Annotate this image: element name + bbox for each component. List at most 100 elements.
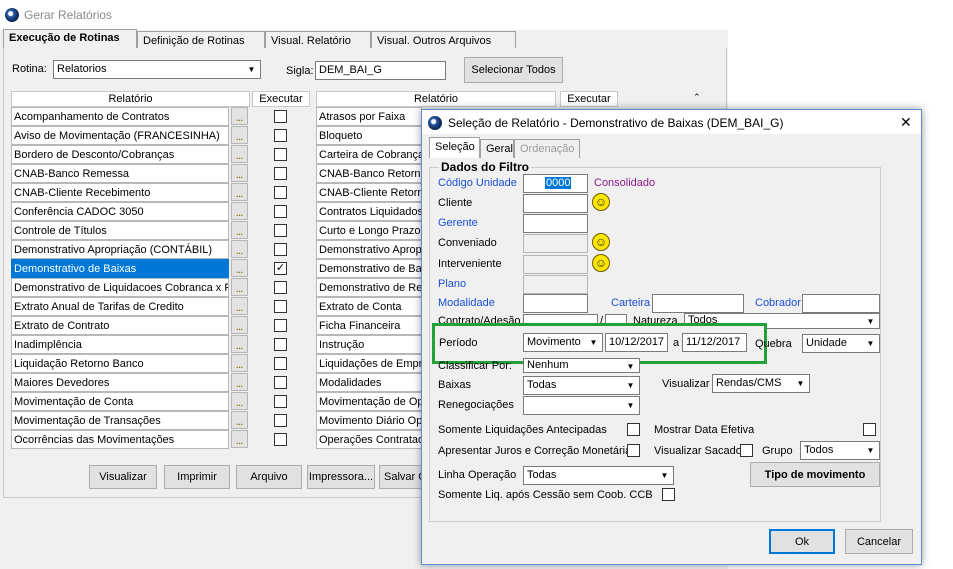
- ellipsis-icon[interactable]: ...: [231, 373, 248, 391]
- report-row-right[interactable]: CNAB-Cliente Retorno: [316, 183, 422, 202]
- executar-checkbox[interactable]: [274, 319, 287, 332]
- report-row[interactable]: Conferência CADOC 3050: [11, 202, 229, 221]
- executar-checkbox[interactable]: [274, 224, 287, 237]
- classificar-select[interactable]: Nenhum ▼: [523, 358, 640, 373]
- executar-checkbox[interactable]: [274, 376, 287, 389]
- ellipsis-icon[interactable]: ...: [231, 354, 248, 372]
- periodo-to-input[interactable]: 11/12/2017: [682, 333, 747, 352]
- ellipsis-icon[interactable]: ...: [231, 259, 248, 277]
- report-row[interactable]: Movimentação de Transações: [11, 411, 229, 430]
- cliente-input[interactable]: [523, 194, 588, 213]
- report-row-right[interactable]: Liquidações de Empre: [316, 354, 422, 373]
- report-row-right[interactable]: Demonstrativo Apropr: [316, 240, 422, 259]
- ellipsis-icon[interactable]: ...: [231, 316, 248, 334]
- ellipsis-icon[interactable]: ...: [231, 183, 248, 201]
- executar-checkbox[interactable]: [274, 433, 287, 446]
- executar-checkbox[interactable]: [274, 395, 287, 408]
- executar-checkbox[interactable]: [274, 148, 287, 161]
- report-row-right[interactable]: Curto e Longo Prazo: [316, 221, 422, 240]
- conveniado-input[interactable]: [523, 234, 588, 253]
- report-row[interactable]: Extrato de Contrato: [11, 316, 229, 335]
- tab-selecao[interactable]: Seleção: [429, 137, 480, 158]
- modalidade-input[interactable]: [523, 294, 588, 313]
- visualizar-sacado-checkbox[interactable]: [740, 444, 753, 457]
- report-row-right[interactable]: Carteira de Cobrança: [316, 145, 422, 164]
- conveniado-lookup-icon[interactable]: ☺: [592, 233, 610, 251]
- carteira-input[interactable]: [652, 294, 744, 313]
- ellipsis-icon[interactable]: ...: [231, 240, 248, 258]
- codigo-unidade-input[interactable]: 0000: [523, 174, 588, 193]
- tab-ordenacao[interactable]: Ordenação: [514, 139, 580, 158]
- report-row[interactable]: Demonstrativo de Liquidacoes Cobranca x …: [11, 278, 229, 297]
- executar-checkbox[interactable]: [274, 205, 287, 218]
- report-row[interactable]: Extrato Anual de Tarifas de Credito: [11, 297, 229, 316]
- executar-checkbox[interactable]: ✓: [274, 262, 287, 275]
- periodo-type-select[interactable]: Movimento ▼: [523, 333, 603, 352]
- ellipsis-icon[interactable]: ...: [231, 202, 248, 220]
- executar-checkbox[interactable]: [274, 243, 287, 256]
- ellipsis-icon[interactable]: ...: [231, 145, 248, 163]
- cobrador-input[interactable]: [802, 294, 880, 313]
- gerente-input[interactable]: [523, 214, 588, 233]
- report-row[interactable]: Aviso de Movimentação (FRANCESINHA): [11, 126, 229, 145]
- report-row-right[interactable]: Contratos Liquidados: [316, 202, 422, 221]
- report-row[interactable]: Acompanhamento de Contratos: [11, 107, 229, 126]
- report-row[interactable]: Movimentação de Conta: [11, 392, 229, 411]
- report-row[interactable]: Liquidação Retorno Banco: [11, 354, 229, 373]
- mostrar-data-checkbox[interactable]: [863, 423, 876, 436]
- close-icon[interactable]: ✕: [900, 114, 912, 131]
- report-row-right[interactable]: Movimento Diário Ope: [316, 411, 422, 430]
- interveniente-input[interactable]: [523, 255, 588, 274]
- report-row-right[interactable]: Demonstrativo de Ren: [316, 278, 422, 297]
- interveniente-lookup-icon[interactable]: ☺: [592, 254, 610, 272]
- imprimir-button[interactable]: Imprimir: [164, 465, 230, 489]
- report-row[interactable]: Controle de Títulos: [11, 221, 229, 240]
- baixas-select[interactable]: Todas ▼: [523, 376, 640, 395]
- cliente-lookup-icon[interactable]: ☺: [592, 193, 610, 211]
- report-row[interactable]: Ocorrências das Movimentações: [11, 430, 229, 449]
- executar-checkbox[interactable]: [274, 338, 287, 351]
- ellipsis-icon[interactable]: ...: [231, 126, 248, 144]
- ok-button[interactable]: Ok: [769, 529, 835, 554]
- somente-cessao-checkbox[interactable]: [662, 488, 675, 501]
- executar-checkbox[interactable]: [274, 129, 287, 142]
- linha-operacao-select[interactable]: Todas ▼: [523, 466, 674, 485]
- quebra-select[interactable]: Unidade ▼: [802, 334, 880, 353]
- arquivo-button[interactable]: Arquivo: [236, 465, 302, 489]
- ellipsis-icon[interactable]: ...: [231, 411, 248, 429]
- ellipsis-icon[interactable]: ...: [231, 164, 248, 182]
- visualizar-button[interactable]: Visualizar: [89, 465, 157, 489]
- report-row[interactable]: CNAB-Cliente Recebimento: [11, 183, 229, 202]
- ellipsis-icon[interactable]: ...: [231, 430, 248, 448]
- report-row-right[interactable]: Ficha Financeira: [316, 316, 422, 335]
- report-row-right[interactable]: Bloqueto: [316, 126, 422, 145]
- report-row-right[interactable]: Movimentação de Op: [316, 392, 422, 411]
- ellipsis-icon[interactable]: ...: [231, 335, 248, 353]
- report-row-right[interactable]: Demonstrativo de Bai: [316, 259, 422, 278]
- report-row-right[interactable]: CNAB-Banco Retorno: [316, 164, 422, 183]
- periodo-from-input[interactable]: 10/12/2017: [605, 333, 668, 352]
- rotina-select[interactable]: Relatorios ▼: [53, 60, 261, 79]
- executar-checkbox[interactable]: [274, 414, 287, 427]
- report-row[interactable]: Bordero de Desconto/Cobranças: [11, 145, 229, 164]
- renegociacoes-select[interactable]: ▼: [523, 396, 640, 415]
- report-row[interactable]: CNAB-Banco Remessa: [11, 164, 229, 183]
- report-row-right[interactable]: Instrução: [316, 335, 422, 354]
- executar-checkbox[interactable]: [274, 357, 287, 370]
- select-all-button[interactable]: Selecionar Todos: [464, 57, 563, 83]
- tipo-movimento-button[interactable]: Tipo de movimento: [750, 462, 880, 487]
- executar-checkbox[interactable]: [274, 281, 287, 294]
- executar-checkbox[interactable]: [274, 300, 287, 313]
- salvar-button[interactable]: Salvar C: [379, 465, 423, 489]
- ellipsis-icon[interactable]: ...: [231, 297, 248, 315]
- visualizar-select[interactable]: Rendas/CMS ▼: [712, 374, 810, 393]
- report-row[interactable]: Maiores Devedores: [11, 373, 229, 392]
- cancelar-button[interactable]: Cancelar: [845, 529, 913, 554]
- executar-checkbox[interactable]: [274, 186, 287, 199]
- sigla-input[interactable]: DEM_BAI_G: [315, 61, 446, 80]
- report-row[interactable]: Demonstrativo de Baixas: [11, 259, 229, 278]
- report-row-right[interactable]: Operações Contratad: [316, 430, 422, 449]
- impressora-button[interactable]: Impressora...: [307, 465, 375, 489]
- executar-checkbox[interactable]: [274, 110, 287, 123]
- scroll-up-icon[interactable]: ⌃: [693, 92, 701, 103]
